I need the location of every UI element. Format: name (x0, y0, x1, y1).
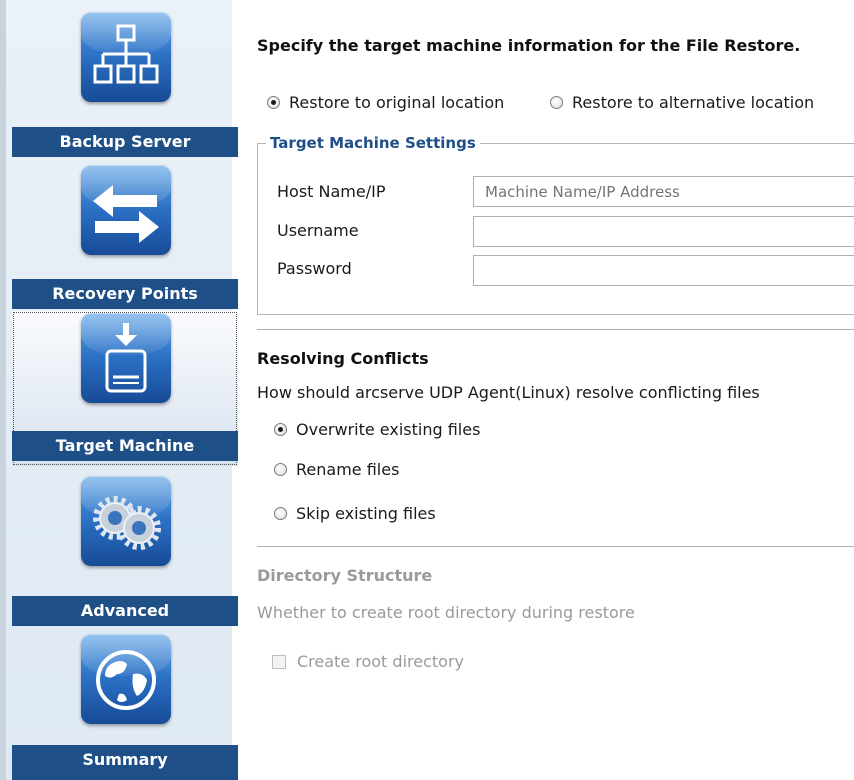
resolving-conflicts-title: Resolving Conflicts (257, 349, 429, 368)
group-legend: Target Machine Settings (266, 134, 480, 152)
recovery-points-icon (81, 165, 171, 255)
wizard-sidebar: Backup Server Recovery Points Target Mac… (0, 0, 238, 780)
sidebar-item-label: Summary (12, 745, 238, 780)
summary-globe-icon (81, 634, 171, 724)
create-root-directory-label: Create root directory (297, 652, 464, 671)
password-label: Password (277, 259, 352, 278)
radio-checked-icon[interactable] (267, 96, 280, 109)
target-machine-icon (81, 313, 171, 403)
overwrite-files-radio[interactable]: Overwrite existing files (274, 420, 480, 439)
directory-structure-title: Directory Structure (257, 566, 433, 585)
directory-structure-description: Whether to create root directory during … (257, 603, 635, 622)
sidebar-item-recovery-points[interactable]: Recovery Points (12, 157, 238, 311)
sidebar-item-target-machine[interactable]: Target Machine (12, 311, 238, 466)
resolving-conflicts-description: How should arcserve UDP Agent(Linux) res… (257, 383, 760, 402)
radio-unchecked-icon[interactable] (274, 507, 287, 520)
radio-unchecked-icon[interactable] (274, 463, 287, 476)
sidebar-item-advanced[interactable]: Advanced (12, 466, 238, 626)
rename-files-radio[interactable]: Rename files (274, 460, 399, 479)
radio-checked-icon[interactable] (274, 423, 287, 436)
username-input[interactable] (473, 216, 854, 247)
radio-unchecked-icon[interactable] (550, 96, 563, 109)
create-root-directory-checkbox[interactable] (272, 654, 286, 669)
sidebar-item-summary[interactable]: Summary (12, 622, 238, 780)
restore-original-radio[interactable]: Restore to original location (267, 93, 504, 112)
password-input[interactable] (473, 255, 854, 286)
sidebar-item-label: Target Machine (12, 431, 238, 461)
sidebar-item-label: Backup Server (12, 127, 238, 157)
restore-alternative-radio[interactable]: Restore to alternative location (550, 93, 814, 112)
restore-alternative-label: Restore to alternative location (572, 93, 815, 112)
rename-files-label: Rename files (296, 460, 400, 479)
page-title: Specify the target machine information f… (257, 36, 801, 55)
host-name-input[interactable] (473, 176, 854, 207)
host-name-label: Host Name/IP (277, 182, 386, 201)
restore-original-label: Restore to original location (289, 93, 505, 112)
overwrite-files-label: Overwrite existing files (296, 420, 481, 439)
backup-server-icon (81, 12, 171, 102)
divider (257, 546, 854, 547)
skip-files-radio[interactable]: Skip existing files (274, 504, 436, 523)
skip-files-label: Skip existing files (296, 504, 436, 523)
sidebar-item-label: Recovery Points (12, 279, 238, 309)
username-label: Username (277, 221, 359, 240)
advanced-gears-icon (81, 476, 171, 566)
main-panel: Specify the target machine information f… (232, 0, 854, 780)
sidebar-item-backup-server[interactable]: Backup Server (12, 0, 238, 157)
create-root-directory-option[interactable]: Create root directory (272, 652, 464, 671)
divider (257, 329, 854, 330)
